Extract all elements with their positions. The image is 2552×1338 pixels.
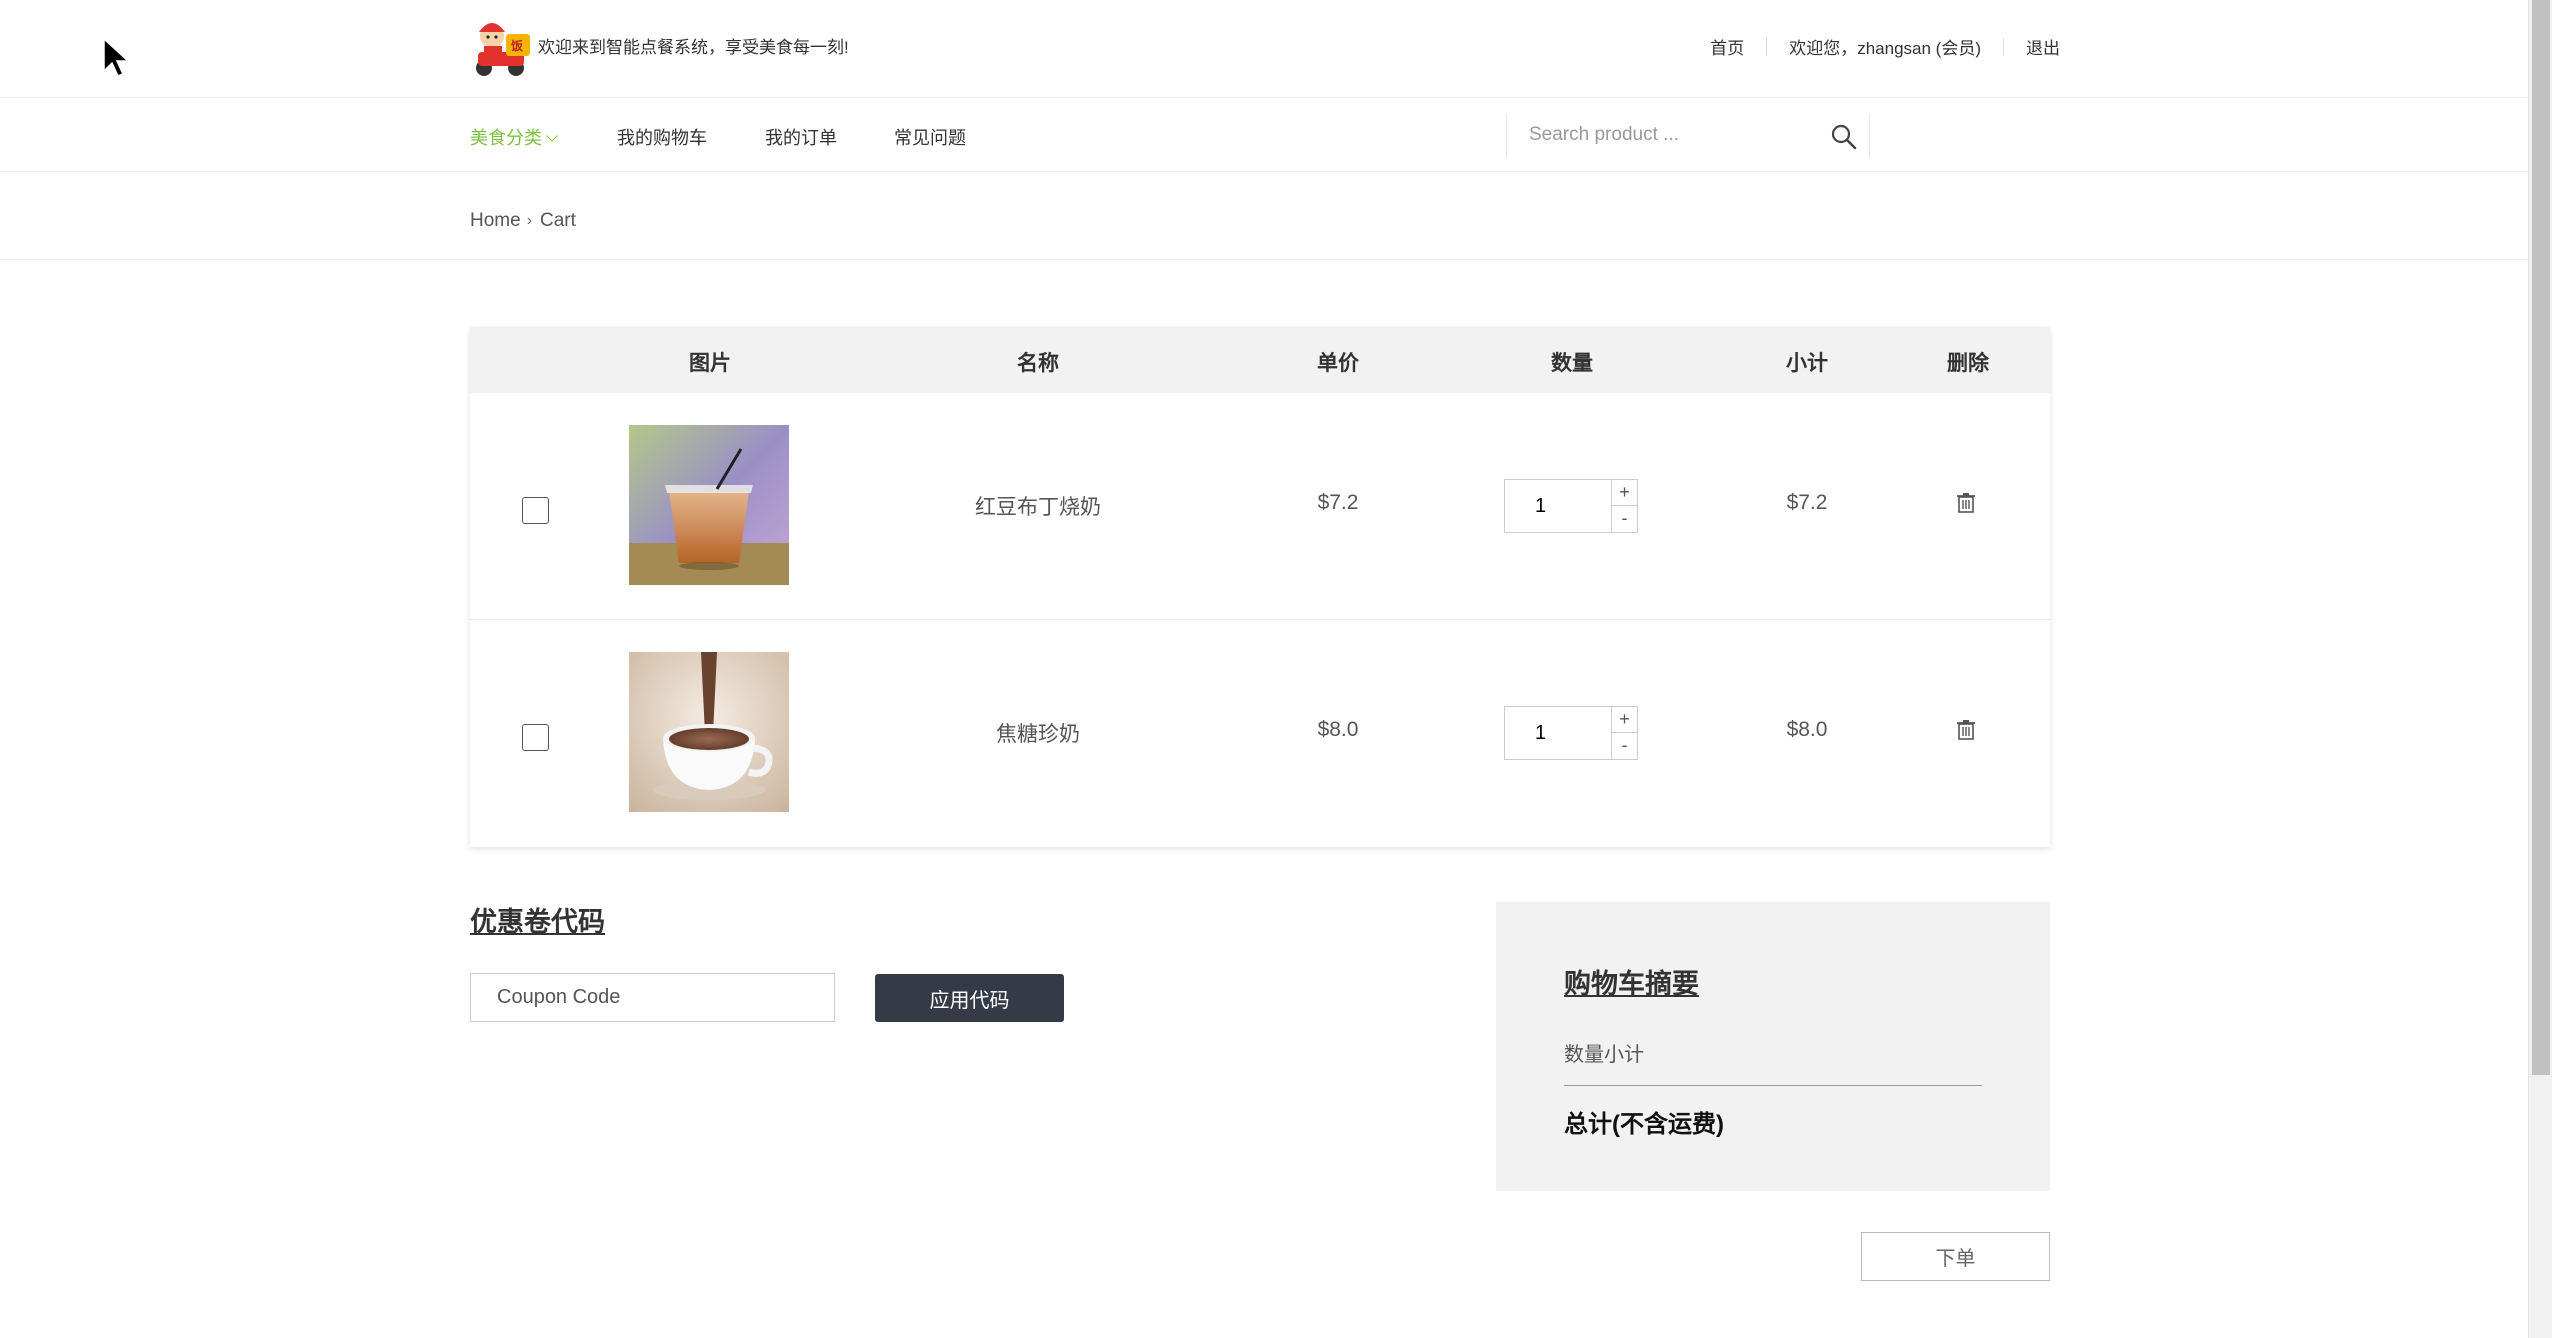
logout-link[interactable]: 退出 <box>2026 34 2060 59</box>
cart-table: 图片 名称 单价 数量 小计 删除 红豆布丁烧奶 $7.2 1 + - $7.2… <box>470 327 2050 847</box>
search-icon[interactable] <box>1829 122 1859 152</box>
product-name: 焦糖珍奶 <box>996 723 1080 746</box>
top-header: 饭 欢迎来到智能点餐系统，享受美食每一刻! 首页 欢迎您，zhangsan (会… <box>0 0 2528 98</box>
breadcrumb-bar: Home › Cart <box>0 172 2528 260</box>
product-name: 红豆布丁烧奶 <box>975 496 1101 519</box>
row-select-checkbox[interactable] <box>522 724 549 751</box>
increment-button[interactable]: + <box>1612 707 1637 733</box>
trash-icon[interactable] <box>1956 492 1976 514</box>
column-header-image: 图片 <box>689 352 731 375</box>
divider <box>2003 37 2004 56</box>
scrollbar-thumb[interactable] <box>2532 0 2550 1075</box>
mouse-pointer-icon <box>103 37 130 78</box>
column-header-quantity: 数量 <box>1551 352 1593 375</box>
nav-item-my-orders[interactable]: 我的订单 <box>765 124 837 150</box>
breadcrumb-home-link[interactable]: Home <box>470 210 521 232</box>
chevron-right-icon: › <box>526 212 533 229</box>
quantity-subtotal-label: 数量小计 <box>1564 1044 1644 1066</box>
chevron-down-icon <box>546 130 558 142</box>
user-greeting: 欢迎您，zhangsan (会员) <box>1789 39 1981 58</box>
page-scrollbar[interactable] <box>2528 0 2552 1338</box>
svg-text:饭: 饭 <box>510 38 523 53</box>
apply-coupon-button[interactable]: 应用代码 <box>875 974 1064 1022</box>
decrement-button[interactable]: - <box>1612 506 1637 532</box>
column-header-delete: 删除 <box>1947 352 1989 375</box>
divider <box>1766 37 1768 56</box>
unit-price: $8.0 <box>1317 718 1359 741</box>
row-select-checkbox[interactable] <box>522 497 549 524</box>
line-subtotal: $7.2 <box>1786 491 1828 514</box>
nav-item-food-categories[interactable]: 美食分类 <box>470 124 558 150</box>
welcome-message: 欢迎来到智能点餐系统，享受美食每一刻! <box>538 38 849 57</box>
cart-summary-panel: 购物车摘要 数量小计 总计(不含运费) <box>1496 902 2050 1191</box>
search-box <box>1506 114 1870 156</box>
nav-item-faq[interactable]: 常见问题 <box>894 124 966 150</box>
quantity-input[interactable] <box>1505 480 1613 532</box>
home-link[interactable]: 首页 <box>1710 34 1744 59</box>
quantity-input[interactable] <box>1505 707 1613 759</box>
trash-icon[interactable] <box>1956 719 1976 741</box>
product-image-hot-chocolate <box>629 652 789 812</box>
column-header-name: 名称 <box>1017 352 1059 375</box>
summary-title: 购物车摘要 <box>1564 969 1699 999</box>
table-row: 焦糖珍奶 $8.0 + - $8.0 <box>470 620 2050 847</box>
line-subtotal: $8.0 <box>1786 718 1828 741</box>
nav-item-my-cart[interactable]: 我的购物车 <box>617 124 707 150</box>
unit-price: $7.2 <box>1317 491 1359 514</box>
place-order-button[interactable]: 下单 <box>1861 1232 2050 1281</box>
product-image-iced-milk-tea <box>629 425 789 585</box>
coupon-code-input[interactable] <box>470 973 835 1022</box>
increment-button[interactable]: + <box>1612 480 1637 506</box>
quantity-stepper: + - <box>1504 479 1638 533</box>
decrement-button[interactable]: - <box>1612 733 1637 759</box>
main-nav: 美食分类 我的购物车 我的订单 常见问题 <box>0 98 2528 172</box>
coupon-section-title: 优惠卷代码 <box>470 907 605 937</box>
delivery-mascot-logo[interactable]: 饭 <box>470 16 534 78</box>
table-header: 图片 名称 单价 数量 小计 删除 <box>470 327 2050 393</box>
breadcrumb: Home › Cart <box>470 210 576 232</box>
breadcrumb-current: Cart <box>540 210 576 231</box>
quantity-stepper: + - <box>1504 706 1638 760</box>
nav-item-label: 美食分类 <box>470 128 542 148</box>
column-header-subtotal: 小计 <box>1786 352 1828 375</box>
total-label: 总计(不含运费) <box>1564 1111 1724 1138</box>
search-input[interactable] <box>1529 120 1809 150</box>
table-row: 红豆布丁烧奶 $7.2 + - $7.2 <box>470 393 2050 620</box>
column-header-price: 单价 <box>1317 352 1359 375</box>
divider <box>1564 1085 1982 1086</box>
